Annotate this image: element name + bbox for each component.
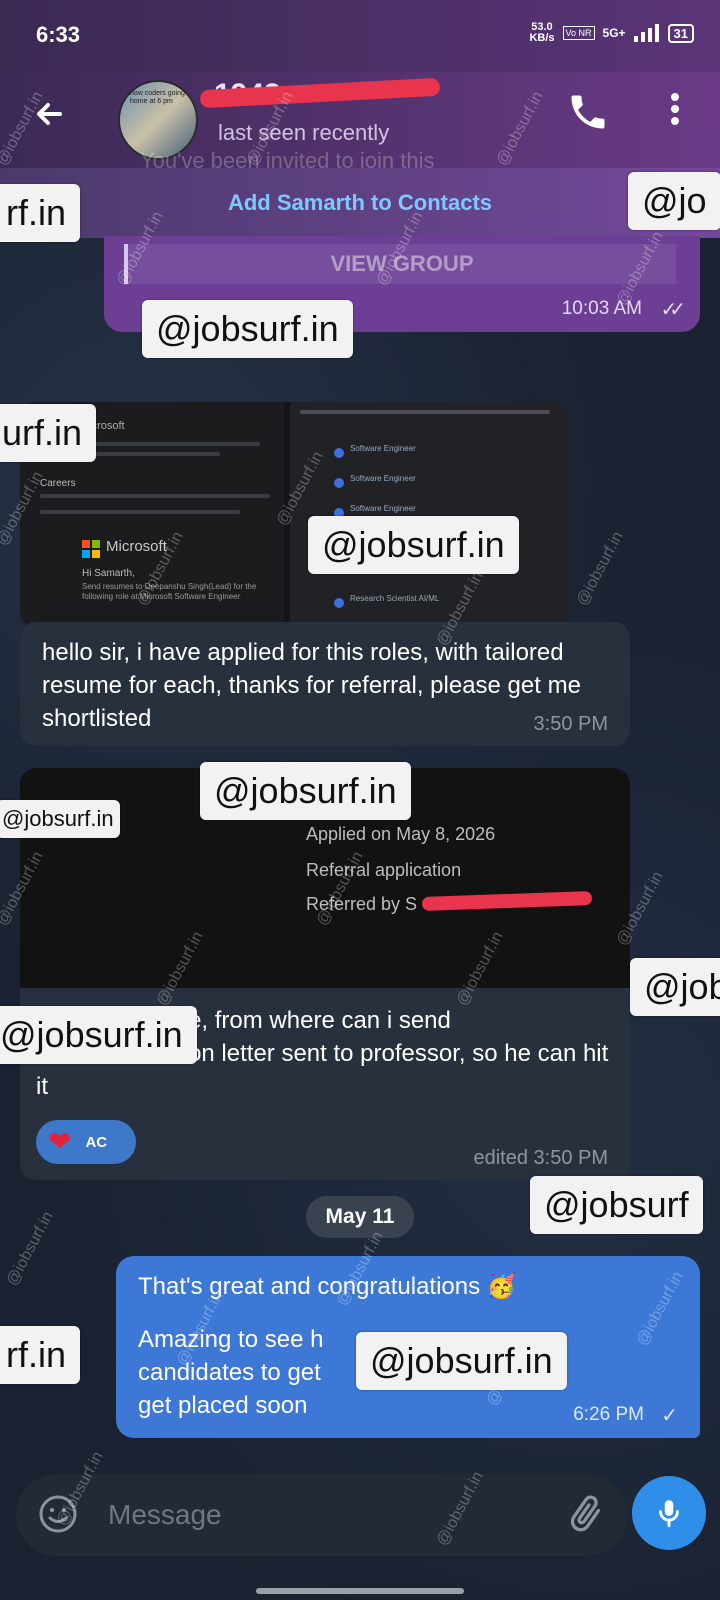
reaction-chip[interactable]: ❤ AC xyxy=(36,1120,136,1164)
email-heading: Microsoft xyxy=(80,420,125,432)
job-row: Research Scientist AI/ML xyxy=(350,594,440,603)
screenshot-application-status[interactable]: Applied on May 8, 2026 Referral applicat… xyxy=(20,768,630,988)
net-speed-unit: KB/s xyxy=(529,32,555,44)
attach-button[interactable] xyxy=(564,1492,608,1536)
more-vertical-icon xyxy=(671,93,679,125)
last-seen-status: last seen recently xyxy=(218,120,390,145)
status-time: 6:33 xyxy=(36,22,81,47)
volte-icon: Vo NR xyxy=(562,26,595,40)
voice-record-button[interactable] xyxy=(632,1476,706,1550)
home-indicator[interactable] xyxy=(256,1588,464,1594)
incoming-message[interactable]: hello sir, i have applied for this roles… xyxy=(20,622,630,746)
outgoing-message[interactable]: That's great and congratulations 🥳 Amazi… xyxy=(116,1256,700,1438)
job-row: Software Engineer xyxy=(350,474,416,483)
outgoing-message-group-invite: VIEW GROUP 10:03 AM ✓✓ xyxy=(104,236,700,332)
edited-time: edited 3:50 PM xyxy=(473,1147,608,1169)
heart-icon: ❤ xyxy=(48,1126,72,1157)
applied-date: Applied on May 8, 2026 xyxy=(306,824,496,844)
screenshot-email[interactable]: Microsoft Careers Microsoft Hi Samarth, … xyxy=(20,402,284,628)
message-input[interactable] xyxy=(106,1490,530,1540)
more-menu-button[interactable] xyxy=(660,92,690,140)
email-section: Careers xyxy=(40,478,76,489)
microphone-icon xyxy=(659,1500,679,1528)
microsoft-logo-text: Microsoft xyxy=(106,538,167,555)
double-check-icon: ✓✓ xyxy=(660,299,685,321)
message-text: That's great and congratulations 🥳 Amazi… xyxy=(138,1270,678,1422)
avatar-caption: how coders going home at 6 pm xyxy=(130,90,185,105)
status-icons: 53.0 KB/s Vo NR 5G+ 31 xyxy=(529,22,694,44)
message-composer xyxy=(16,1474,628,1556)
job-row: Software Engineer xyxy=(350,444,416,453)
arrow-left-icon xyxy=(37,103,62,125)
image-message-screenshots[interactable]: Microsoft Careers Microsoft Hi Samarth, … xyxy=(20,402,568,628)
signal-icon xyxy=(633,24,659,42)
message-time: 10:03 AM xyxy=(561,298,642,319)
reaction-user: AC xyxy=(85,1133,108,1151)
call-button[interactable] xyxy=(566,90,614,138)
message-text: and for this role, from where can i send… xyxy=(36,1007,609,1100)
add-contact-label[interactable]: Add Samarth to Contacts xyxy=(0,190,720,216)
job-row: Software Engineer xyxy=(350,504,416,513)
phone-icon xyxy=(571,95,605,129)
status-bar: 6:33 53.0 KB/s Vo NR 5G+ 31 xyxy=(0,0,720,72)
network-type: 5G+ xyxy=(602,26,626,40)
network-speed: 53.0 KB/s xyxy=(529,22,554,44)
view-group-button[interactable]: VIEW GROUP xyxy=(124,244,676,284)
check-icon: ✓ xyxy=(661,1405,678,1427)
message-text: hello sir, i have applied for this roles… xyxy=(42,639,581,732)
battery-icon: 31 xyxy=(667,23,694,43)
email-body: Send resumes to Deepanshu Singh(Lead) fo… xyxy=(82,582,257,601)
back-button[interactable] xyxy=(30,94,74,138)
smiley-icon xyxy=(39,1495,77,1533)
date-divider: May 11 xyxy=(306,1196,414,1238)
message-time: 3:50 PM xyxy=(533,713,608,735)
incoming-message-with-image[interactable]: Applied on May 8, 2026 Referral applicat… xyxy=(20,768,630,1180)
redaction-mark xyxy=(421,891,593,911)
paperclip-icon xyxy=(570,1495,601,1532)
microsoft-logo-icon xyxy=(82,540,100,558)
add-contact-bar[interactable]: Add Samarth to Contacts xyxy=(0,168,720,238)
message-line-2b: candidates to get xyxy=(138,1359,321,1386)
message-time: 6:26 PM xyxy=(573,1404,644,1425)
referral-application: Referral application xyxy=(306,860,462,880)
referred-by: Referred by S xyxy=(306,894,418,914)
screenshot-job-list[interactable]: Software Engineer Software Engineer Soft… xyxy=(290,402,568,628)
emoji-button[interactable] xyxy=(36,1492,80,1536)
message-line-2a: Amazing to see h xyxy=(138,1326,324,1353)
message-line-1: That's great and congratulations 🥳 xyxy=(138,1273,517,1300)
email-greeting: Hi Samarth, xyxy=(82,568,135,579)
